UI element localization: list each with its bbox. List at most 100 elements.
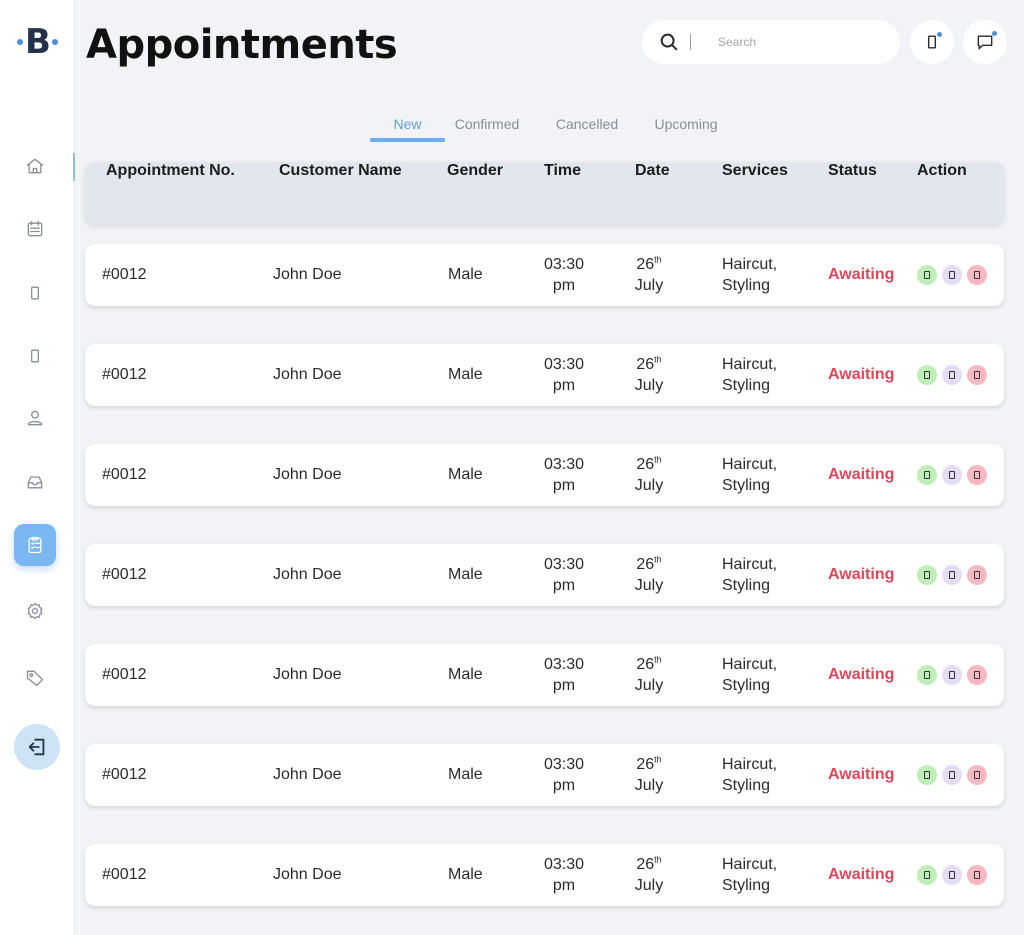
services: Haircut, Styling <box>722 244 777 306</box>
time-period: pm <box>552 577 576 594</box>
sidebar-item-home[interactable] <box>14 145 56 187</box>
view-button[interactable] <box>942 765 962 785</box>
gender: Male <box>448 666 483 683</box>
accept-button[interactable] <box>917 365 937 385</box>
appointment-number: #0012 <box>102 266 147 283</box>
tab-confirmed[interactable]: Confirmed <box>450 112 524 142</box>
reject-button[interactable] <box>967 765 987 785</box>
sidebar-item-inbox[interactable] <box>14 461 56 503</box>
time-value: 03:30 <box>543 756 585 773</box>
reject-icon <box>974 771 980 779</box>
sidebar-item-user[interactable] <box>14 397 56 439</box>
service-item: Haircut, <box>722 656 778 673</box>
time-value: 03:30 <box>543 356 585 373</box>
status-badge: Awaiting <box>828 566 895 583</box>
view-button[interactable] <box>942 865 962 885</box>
reject-button[interactable] <box>967 465 987 485</box>
column-header-date[interactable]: Date <box>635 162 670 224</box>
sidebar-item-appointments[interactable] <box>14 524 56 566</box>
sidebar-item-settings[interactable] <box>14 590 56 632</box>
row-actions <box>917 565 987 585</box>
sidebar-item-tags[interactable] <box>14 657 56 699</box>
accept-button[interactable] <box>917 765 937 785</box>
tab-new[interactable]: New <box>370 112 445 142</box>
search-bar[interactable] <box>642 20 900 64</box>
appointment-time: 03:30 pm <box>544 244 584 306</box>
day-suffix: th <box>654 854 662 865</box>
reject-button[interactable] <box>967 265 987 285</box>
service-item: Haircut, <box>722 556 778 573</box>
phone-icon <box>31 349 39 363</box>
sidebar-item-phone-2[interactable] <box>14 335 56 377</box>
view-icon <box>949 271 955 279</box>
service-item: Styling <box>722 277 771 294</box>
time-period: pm <box>552 277 576 294</box>
day-suffix: th <box>654 354 662 365</box>
appointment-number: #0012 <box>102 366 147 383</box>
table-row[interactable]: #0012 John Doe Male 03:30 pm 26th July H… <box>85 744 1004 806</box>
reject-button[interactable] <box>967 665 987 685</box>
view-button[interactable] <box>942 365 962 385</box>
accept-button[interactable] <box>917 265 937 285</box>
table-row[interactable]: #0012 John Doe Male 03:30 pm 26th July H… <box>85 444 1004 506</box>
service-item: Styling <box>722 777 771 794</box>
table-row[interactable]: #0012 John Doe Male 03:30 pm 26th July H… <box>85 244 1004 306</box>
logout-button[interactable] <box>14 724 60 770</box>
view-button[interactable] <box>942 265 962 285</box>
search-input[interactable] <box>718 32 888 52</box>
row-actions <box>917 665 987 685</box>
search-divider <box>690 34 691 50</box>
view-icon <box>949 571 955 579</box>
day-suffix: th <box>654 554 662 565</box>
reject-button[interactable] <box>967 865 987 885</box>
column-header-gender[interactable]: Gender <box>447 162 503 224</box>
time-period: pm <box>552 677 576 694</box>
column-header-time[interactable]: Time <box>544 162 581 224</box>
reject-button[interactable] <box>967 365 987 385</box>
view-button[interactable] <box>942 565 962 585</box>
day-suffix: th <box>654 454 662 465</box>
sidebar-item-calendar[interactable] <box>14 208 56 250</box>
view-button[interactable] <box>942 665 962 685</box>
accept-button[interactable] <box>917 465 937 485</box>
date-day: 26th <box>636 654 661 675</box>
date-day: 26th <box>636 854 661 875</box>
table-row[interactable]: #0012 John Doe Male 03:30 pm 26th July H… <box>85 344 1004 406</box>
reject-icon <box>974 471 980 479</box>
table-row[interactable]: #0012 John Doe Male 03:30 pm 26th July H… <box>85 644 1004 706</box>
sidebar-item-phone-1[interactable] <box>14 272 56 314</box>
column-header-customer-name[interactable]: Customer Name <box>279 162 402 224</box>
day-number: 26 <box>636 756 655 773</box>
logout-icon <box>28 738 45 756</box>
accept-button[interactable] <box>917 865 937 885</box>
date-month: July <box>634 777 664 794</box>
services: Haircut, Styling <box>722 644 777 706</box>
table-row[interactable]: #0012 John Doe Male 03:30 pm 26th July H… <box>85 844 1004 906</box>
tab-cancelled[interactable]: Cancelled <box>550 112 624 142</box>
calendar-list-icon <box>27 220 43 237</box>
date-month: July <box>634 277 664 294</box>
reject-button[interactable] <box>967 565 987 585</box>
row-actions <box>917 865 987 885</box>
brand-logo[interactable]: B <box>16 24 60 60</box>
column-header-appointment-no[interactable]: Appointment No. <box>106 162 235 224</box>
phone-icon <box>31 286 39 300</box>
gender: Male <box>448 466 483 483</box>
accept-button[interactable] <box>917 565 937 585</box>
services: Haircut, Styling <box>722 344 777 406</box>
status-badge: Awaiting <box>828 866 895 883</box>
service-item: Haircut, <box>722 456 778 473</box>
view-button[interactable] <box>942 465 962 485</box>
date-month: July <box>634 877 664 894</box>
accept-icon <box>924 771 930 779</box>
tab-upcoming[interactable]: Upcoming <box>650 112 722 142</box>
table-row[interactable]: #0012 John Doe Male 03:30 pm 26th July H… <box>85 544 1004 606</box>
search-icon[interactable] <box>658 31 680 53</box>
column-header-services[interactable]: Services <box>722 162 788 224</box>
column-header-status[interactable]: Status <box>828 162 877 224</box>
messages-button[interactable] <box>963 20 1007 64</box>
accept-icon <box>924 271 930 279</box>
accept-button[interactable] <box>917 665 937 685</box>
time-value: 03:30 <box>543 556 585 573</box>
phone-notifications-button[interactable] <box>910 20 954 64</box>
